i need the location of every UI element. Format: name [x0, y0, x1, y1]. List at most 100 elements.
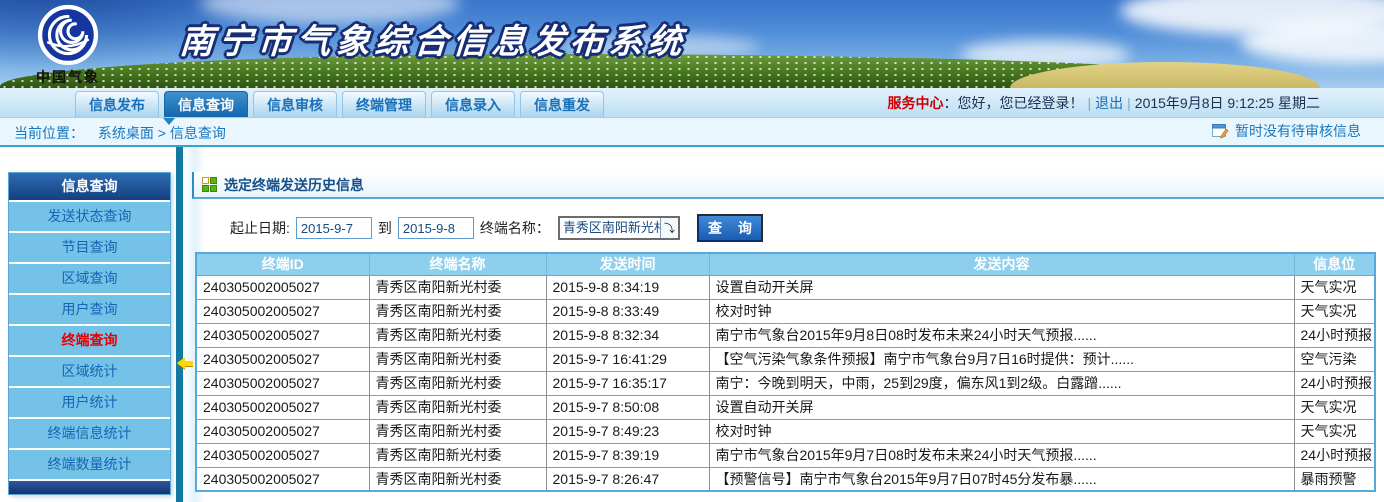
- table-row[interactable]: 240305002005027 青秀区南阳新光村委 2015-9-7 8:49:…: [196, 419, 1375, 443]
- logout-link[interactable]: 退出: [1095, 93, 1123, 113]
- cell-send-content: 设置自动开关屏: [709, 395, 1294, 419]
- separator: |: [1127, 95, 1131, 111]
- terminal-name-label: 终端名称：: [480, 218, 550, 238]
- table-row[interactable]: 240305002005027 青秀区南阳新光村委 2015-9-8 8:34:…: [196, 275, 1375, 299]
- chevron-down-icon: ⤵: [660, 218, 678, 238]
- cell-send-time: 2015-9-8 8:34:19: [546, 275, 709, 299]
- to-label: 到: [378, 218, 392, 238]
- cell-send-content: 设置自动开关屏: [709, 275, 1294, 299]
- cma-logo: 中国气象: [18, 4, 118, 87]
- cell-send-time: 2015-9-7 8:39:19: [546, 443, 709, 467]
- table-column-header: 信息位: [1294, 253, 1375, 275]
- nav-tab[interactable]: 信息查询: [164, 91, 248, 117]
- search-button[interactable]: 查 询: [698, 215, 762, 241]
- table-row[interactable]: 240305002005027 青秀区南阳新光村委 2015-9-8 8:32:…: [196, 323, 1375, 347]
- cell-info-type: 暴雨预警: [1294, 467, 1375, 491]
- cell-terminal-id: 240305002005027: [196, 467, 369, 491]
- table-body: 240305002005027 青秀区南阳新光村委 2015-9-8 8:34:…: [196, 275, 1375, 491]
- table-column-header: 发送内容: [709, 253, 1294, 275]
- breadcrumb: 当前位置： 系统桌面 > 信息查询: [14, 123, 226, 143]
- sidebar-menu: 发送状态查询 节目查询 区域查询 用户查询 终端查询 区域统计 用户统计 终端信…: [9, 202, 170, 479]
- cell-terminal-id: 240305002005027: [196, 395, 369, 419]
- cell-terminal-name: 青秀区南阳新光村委: [369, 299, 546, 323]
- cell-terminal-id: 240305002005027: [196, 419, 369, 443]
- datetime-text: 2015年9月8日 9:12:25 星期二: [1135, 93, 1320, 113]
- login-greeting: ：您好，您已经登录！: [944, 93, 1084, 113]
- nav-tabs: 信息发布 信息查询 信息审核 终端管理 信息录入 信息重发: [75, 91, 604, 117]
- separator: |: [1088, 95, 1092, 111]
- nav-tab[interactable]: 终端管理: [342, 91, 426, 117]
- terminal-select-value: 青秀区南阳新光村委: [560, 218, 660, 238]
- history-table-container: 终端ID 终端名称 发送时间 发送内容 信息位 240305002005027: [195, 252, 1376, 492]
- cell-send-content: 南宁：今晚到明天，中雨，25到29度，偏东风1到2级。白露蹭......: [709, 371, 1294, 395]
- table-row[interactable]: 240305002005027 青秀区南阳新光村委 2015-9-8 8:33:…: [196, 299, 1375, 323]
- cell-send-time: 2015-9-8 8:33:49: [546, 299, 709, 323]
- app-window: 中国气象 南宁市气象综合信息发布系统 信息发布 信息查询 信息审核 终端管理 信…: [0, 0, 1384, 502]
- sidebar-item[interactable]: 用户查询: [9, 295, 170, 324]
- breadcrumb-bar: 当前位置： 系统桌面 > 信息查询 暂时没有待审核信息: [0, 118, 1384, 147]
- cell-terminal-name: 青秀区南阳新光村委: [369, 395, 546, 419]
- cell-info-type: 24小时预报: [1294, 371, 1375, 395]
- sidebar-item[interactable]: 区域统计: [9, 357, 170, 386]
- date-range-label: 起止日期:: [230, 218, 290, 238]
- date-from-input[interactable]: [296, 217, 372, 239]
- cell-info-type: 天气实况: [1294, 419, 1375, 443]
- nav-tab[interactable]: 信息发布: [75, 91, 159, 117]
- cell-info-type: 24小时预报: [1294, 323, 1375, 347]
- cell-send-time: 2015-9-7 16:35:17: [546, 371, 709, 395]
- table-row[interactable]: 240305002005027 青秀区南阳新光村委 2015-9-7 8:26:…: [196, 467, 1375, 491]
- cell-terminal-id: 240305002005027: [196, 323, 369, 347]
- cell-terminal-id: 240305002005027: [196, 371, 369, 395]
- cell-send-content: 【空气污染气象条件预报】南宁市气象台9月7日16时提供：预计......: [709, 347, 1294, 371]
- cell-info-type: 空气污染: [1294, 347, 1375, 371]
- breadcrumb-path[interactable]: 系统桌面 > 信息查询: [98, 125, 226, 141]
- table-header-row: 终端ID 终端名称 发送时间 发送内容 信息位: [196, 253, 1375, 275]
- cell-terminal-name: 青秀区南阳新光村委: [369, 347, 546, 371]
- date-to-input[interactable]: [398, 217, 474, 239]
- table-row[interactable]: 240305002005027 青秀区南阳新光村委 2015-9-7 8:39:…: [196, 443, 1375, 467]
- table-column-header: 发送时间: [546, 253, 709, 275]
- sidebar-item[interactable]: 用户统计: [9, 388, 170, 417]
- cell-send-time: 2015-9-7 8:49:23: [546, 419, 709, 443]
- cma-spiral-logo-icon: [37, 4, 99, 66]
- sidebar-item[interactable]: 终端数量统计: [9, 450, 170, 479]
- cell-terminal-name: 青秀区南阳新光村委: [369, 443, 546, 467]
- sidebar-item[interactable]: 终端查询: [9, 326, 170, 355]
- nav-tab[interactable]: 信息审核: [253, 91, 337, 117]
- table-row[interactable]: 240305002005027 青秀区南阳新光村委 2015-9-7 16:35…: [196, 371, 1375, 395]
- cell-terminal-name: 青秀区南阳新光村委: [369, 275, 546, 299]
- cell-send-content: 【预警信号】南宁市气象台2015年9月7日07时45分发布暴......: [709, 467, 1294, 491]
- cell-send-content: 南宁市气象台2015年9月7日08时发布未来24小时天气预报......: [709, 443, 1294, 467]
- sidebar-item[interactable]: 区域查询: [9, 264, 170, 293]
- cell-terminal-name: 青秀区南阳新光村委: [369, 467, 546, 491]
- page-title: 南宁市气象综合信息发布系统: [178, 14, 688, 63]
- cell-terminal-name: 青秀区南阳新光村委: [369, 419, 546, 443]
- sidebar-footer: [9, 481, 170, 494]
- pending-review-notice[interactable]: 暂时没有待审核信息: [1212, 121, 1361, 141]
- nav-tab[interactable]: 信息录入: [431, 91, 515, 117]
- panel-title: 选定终端发送历史信息: [224, 175, 364, 195]
- sidebar-item[interactable]: 节目查询: [9, 233, 170, 262]
- collapse-left-arrow-icon[interactable]: [177, 357, 193, 370]
- sidebar-item[interactable]: 发送状态查询: [9, 202, 170, 231]
- collapse-arrow-stem: [184, 361, 193, 366]
- cell-info-type: 天气实况: [1294, 275, 1375, 299]
- cell-terminal-id: 240305002005027: [196, 299, 369, 323]
- breadcrumb-label: 当前位置：: [14, 125, 84, 141]
- table-row[interactable]: 240305002005027 青秀区南阳新光村委 2015-9-7 16:41…: [196, 347, 1375, 371]
- terminal-select[interactable]: 青秀区南阳新光村委 ⤵: [558, 216, 680, 240]
- cell-send-time: 2015-9-7 16:41:29: [546, 347, 709, 371]
- panel-header: 选定终端发送历史信息: [192, 172, 1384, 199]
- sidebar-item[interactable]: 终端信息统计: [9, 419, 170, 448]
- banner: 中国气象 南宁市气象综合信息发布系统: [0, 0, 1384, 88]
- cell-send-content: 南宁市气象台2015年9月8日08时发布未来24小时天气预报......: [709, 323, 1294, 347]
- cell-info-type: 天气实况: [1294, 299, 1375, 323]
- service-info: 服务中心 ：您好，您已经登录！ | 退出 | 2015年9月8日 9:12:25…: [888, 88, 1321, 118]
- cell-terminal-name: 青秀区南阳新光村委: [369, 323, 546, 347]
- query-form: 起止日期: 到 终端名称： 青秀区南阳新光村委 ⤵ 查 询: [192, 211, 1384, 245]
- table-row[interactable]: 240305002005027 青秀区南阳新光村委 2015-9-7 8:50:…: [196, 395, 1375, 419]
- nav-tab[interactable]: 信息重发: [520, 91, 604, 117]
- pending-review-note-icon: [1212, 123, 1229, 139]
- sidebar: 信息查询 发送状态查询 节目查询 区域查询 用户查询 终端查询 区域统计 用户统…: [8, 172, 171, 495]
- cell-send-time: 2015-9-7 8:50:08: [546, 395, 709, 419]
